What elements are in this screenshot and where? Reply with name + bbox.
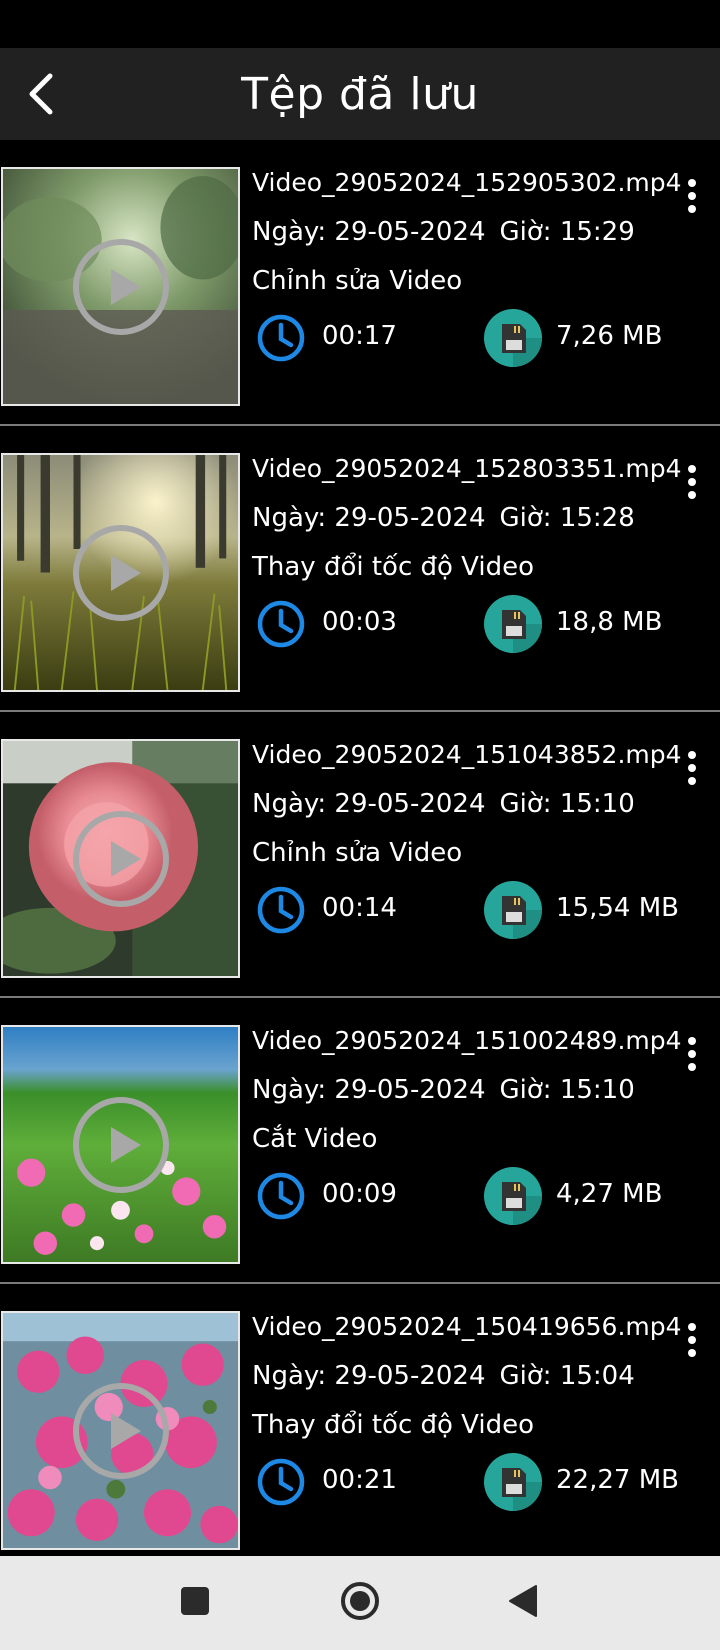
item-info: Video_29052024_151043852.mp4 Ngày: 29-05… (252, 739, 682, 941)
item-info: Video_29052024_152803351.mp4 Ngày: 29-05… (252, 453, 682, 655)
video-thumbnail[interactable] (1, 1025, 240, 1264)
sd-card-icon (484, 595, 542, 653)
more-options-button[interactable] (672, 1034, 712, 1074)
square-icon (181, 1587, 209, 1615)
play-icon (72, 1382, 169, 1479)
page-title: Tệp đã lưu (241, 68, 479, 120)
status-bar (0, 0, 720, 48)
sd-card-icon (484, 309, 542, 367)
saved-files-list[interactable]: Video_29052024_152905302.mp4 Ngày: 29-05… (0, 140, 720, 1556)
more-vert-icon (688, 1037, 696, 1071)
file-name: Video_29052024_150419656.mp4 (252, 1312, 682, 1341)
edit-type: Thay đổi tốc độ Video (252, 1410, 535, 1440)
more-vert-icon (688, 1323, 696, 1357)
file-size: 18,8 MB (556, 607, 663, 637)
time-label: Giờ: 15:04 (499, 1361, 635, 1391)
more-vert-icon (688, 465, 696, 499)
file-name: Video_29052024_152803351.mp4 (252, 454, 682, 483)
video-thumbnail[interactable] (1, 739, 240, 978)
list-item[interactable]: Video_29052024_152905302.mp4 Ngày: 29-05… (0, 140, 720, 426)
file-name: Video_29052024_151043852.mp4 (252, 740, 682, 769)
file-name: Video_29052024_152905302.mp4 (252, 168, 682, 197)
item-info: Video_29052024_150419656.mp4 Ngày: 29-05… (252, 1311, 682, 1513)
more-options-button[interactable] (672, 1320, 712, 1360)
home-button[interactable] (340, 1581, 380, 1625)
app-bar: Tệp đã lưu (0, 48, 720, 140)
clock-icon (257, 1172, 305, 1220)
time-label: Giờ: 15:10 (499, 1075, 635, 1105)
file-size: 15,54 MB (556, 893, 679, 923)
list-item[interactable]: Video_29052024_151043852.mp4 Ngày: 29-05… (0, 712, 720, 998)
play-icon (72, 810, 169, 907)
more-options-button[interactable] (672, 176, 712, 216)
sd-card-icon (484, 881, 542, 939)
video-thumbnail[interactable] (1, 1311, 240, 1550)
item-info: Video_29052024_151002489.mp4 Ngày: 29-05… (252, 1025, 682, 1227)
date-label: Ngày: 29-05-2024 (252, 217, 486, 247)
date-label: Ngày: 29-05-2024 (252, 789, 486, 819)
play-icon (72, 238, 169, 335)
video-thumbnail[interactable] (1, 167, 240, 406)
time-label: Giờ: 15:10 (499, 789, 635, 819)
file-name: Video_29052024_151002489.mp4 (252, 1026, 682, 1055)
file-size: 4,27 MB (556, 1179, 663, 1209)
play-icon (72, 1096, 169, 1193)
list-item[interactable]: Video_29052024_152803351.mp4 Ngày: 29-05… (0, 426, 720, 712)
date-label: Ngày: 29-05-2024 (252, 503, 486, 533)
duration: 00:03 (322, 607, 397, 637)
edit-type: Chỉnh sửa Video (252, 266, 463, 296)
duration: 00:21 (322, 1465, 397, 1495)
duration: 00:17 (322, 321, 397, 351)
back-arrow-icon (29, 73, 53, 115)
date-label: Ngày: 29-05-2024 (252, 1361, 486, 1391)
duration: 00:09 (322, 1179, 397, 1209)
clock-icon (257, 600, 305, 648)
item-info: Video_29052024_152905302.mp4 Ngày: 29-05… (252, 167, 682, 369)
system-nav-bar (0, 1556, 720, 1650)
home-circle-icon (341, 1582, 379, 1620)
clock-icon (257, 314, 305, 362)
edit-type: Thay đổi tốc độ Video (252, 552, 535, 582)
file-size: 7,26 MB (556, 321, 663, 351)
date-label: Ngày: 29-05-2024 (252, 1075, 486, 1105)
list-item[interactable]: Video_29052024_150419656.mp4 Ngày: 29-05… (0, 1284, 720, 1556)
more-vert-icon (688, 179, 696, 213)
edit-type: Cắt Video (252, 1124, 378, 1154)
duration: 00:14 (322, 893, 397, 923)
back-button[interactable] (14, 66, 70, 122)
file-size: 22,27 MB (556, 1465, 679, 1495)
sd-card-icon (484, 1167, 542, 1225)
clock-icon (257, 886, 305, 934)
recents-button[interactable] (180, 1586, 210, 1620)
more-vert-icon (688, 751, 696, 785)
video-thumbnail[interactable] (1, 453, 240, 692)
nav-back-button[interactable] (508, 1584, 538, 1622)
list-item[interactable]: Video_29052024_151002489.mp4 Ngày: 29-05… (0, 998, 720, 1284)
time-label: Giờ: 15:28 (499, 503, 635, 533)
triangle-back-icon (509, 1585, 537, 1617)
time-label: Giờ: 15:29 (499, 217, 635, 247)
play-icon (72, 524, 169, 621)
more-options-button[interactable] (672, 462, 712, 502)
sd-card-icon (484, 1453, 542, 1511)
edit-type: Chỉnh sửa Video (252, 838, 463, 868)
clock-icon (257, 1458, 305, 1506)
more-options-button[interactable] (672, 748, 712, 788)
